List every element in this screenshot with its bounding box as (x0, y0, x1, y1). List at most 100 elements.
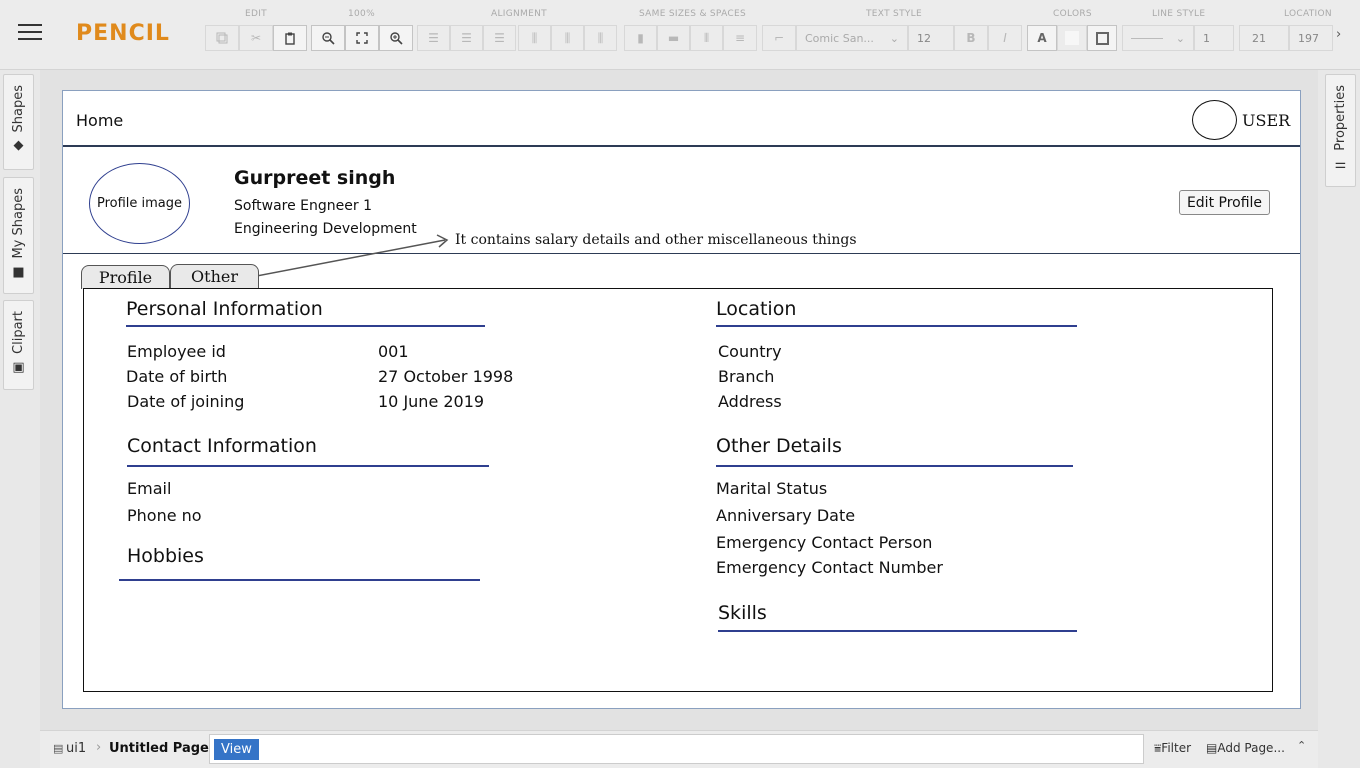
page-icon: ▤ (1206, 741, 1218, 755)
format-painter-icon[interactable]: ⌐ (762, 25, 796, 51)
group-label-location: LOCATION (1284, 9, 1332, 19)
zoom-in-icon[interactable] (379, 25, 413, 51)
my-shapes-icon: ■ (12, 264, 25, 280)
mockup-page[interactable]: Home USER Profile image Gurpreet singh S… (62, 90, 1301, 709)
chevron-up-icon[interactable]: ⌃ (1297, 739, 1306, 752)
paste-icon[interactable] (273, 25, 307, 51)
line-style-select[interactable]: ⌄ (1122, 25, 1194, 51)
group-label-alignment: ALIGNMENT (491, 9, 547, 19)
italic-button[interactable]: I (988, 25, 1022, 51)
user-role: Software Engneer 1 (234, 198, 372, 214)
page-tab-view[interactable]: View (214, 739, 259, 760)
font-family-select[interactable]: Comic San... ⌄ (796, 25, 908, 51)
field-label: Email (127, 479, 172, 498)
page-bar: ▤ ui1 › Untitled Page View ⩸Filter ▤Add … (40, 730, 1318, 768)
sidebar-tab-label: Shapes (11, 85, 26, 133)
fill-color-button[interactable] (1057, 25, 1087, 51)
align-right-icon[interactable]: ☰ (483, 25, 516, 51)
space-vertical-icon[interactable]: ≡ (723, 25, 757, 51)
font-family-value: Comic San... (805, 31, 874, 45)
group-label-zoom: 100% (348, 9, 375, 19)
section-underline (126, 325, 485, 327)
align-bottom-icon[interactable]: ⫼ (584, 25, 617, 51)
user-name: Gurpreet singh (234, 167, 396, 189)
app-logo: PENCIL (76, 21, 170, 46)
hamburger-menu-icon[interactable] (18, 24, 42, 44)
current-page-name[interactable]: Untitled Page (109, 741, 209, 756)
section-underline (127, 465, 489, 467)
sidebar-tab-shapes[interactable]: Shapes ◆ (3, 74, 34, 170)
add-page-label: Add Page... (1217, 741, 1285, 755)
section-title-personal-info: Personal Information (126, 298, 323, 320)
nav-home-link[interactable]: Home (76, 111, 123, 130)
toolbar-scroll-right-icon[interactable]: › (1336, 27, 1341, 42)
border-color-button[interactable] (1087, 25, 1117, 51)
field-label: Address (718, 392, 782, 411)
shapes-icon: ◆ (13, 138, 24, 154)
sidebar-tab-label: My Shapes (11, 188, 26, 259)
line-style-preview (1131, 37, 1163, 39)
fill-color-swatch (1065, 31, 1079, 45)
sidebar-tab-my-shapes[interactable]: My Shapes ■ (3, 177, 34, 294)
space-horizontal-icon[interactable]: ⫴ (690, 25, 723, 51)
breadcrumb-chevron-icon: › (96, 740, 102, 755)
sliders-icon: ⚌ (1334, 156, 1347, 172)
bold-button[interactable]: B (954, 25, 988, 51)
field-label: Employee id (127, 342, 226, 361)
field-label: Phone no (127, 506, 202, 525)
section-underline (119, 579, 480, 581)
header-divider (63, 145, 1300, 147)
location-y-field[interactable]: 197 (1289, 25, 1333, 51)
add-page-button[interactable]: ▤Add Page... (1206, 741, 1285, 755)
tab-other[interactable]: Other (170, 264, 259, 288)
font-size-field[interactable]: 12 (908, 25, 954, 51)
copy-icon[interactable] (205, 25, 239, 51)
location-x-field[interactable]: 21 (1239, 25, 1289, 51)
section-title-hobbies: Hobbies (127, 545, 204, 567)
section-underline (718, 630, 1077, 632)
zoom-out-icon[interactable] (311, 25, 345, 51)
document-name[interactable]: ui1 (66, 741, 86, 756)
same-height-icon[interactable]: ▬ (657, 25, 690, 51)
section-underline (716, 325, 1077, 327)
sidebar-tab-label: Clipart (11, 311, 26, 354)
clipart-icon: ▣ (12, 359, 25, 375)
tab-profile[interactable]: Profile (81, 265, 170, 289)
tab-content-panel: Personal Information Employee id 001 Dat… (83, 288, 1273, 692)
cut-icon[interactable]: ✂ (239, 25, 273, 51)
edit-profile-button[interactable]: Edit Profile (1179, 190, 1270, 215)
chevron-down-icon: ⌄ (889, 31, 899, 45)
field-label: Emergency Contact Person (716, 533, 933, 552)
text-color-button[interactable]: A (1027, 25, 1057, 51)
group-label-edit: EDIT (245, 9, 267, 19)
align-center-icon[interactable]: ☰ (450, 25, 483, 51)
align-middle-icon[interactable]: ⫼ (551, 25, 584, 51)
filter-button[interactable]: ⩸Filter (1154, 741, 1191, 756)
profile-image-label: Profile image (96, 196, 183, 211)
profile-image: Profile image (89, 163, 190, 244)
border-color-swatch (1095, 31, 1109, 45)
sidebar-tab-properties[interactable]: Properties ⚌ (1325, 74, 1356, 187)
section-underline (716, 465, 1073, 467)
user-avatar[interactable] (1192, 100, 1237, 140)
align-left-icon[interactable]: ☰ (417, 25, 450, 51)
field-label: Marital Status (716, 479, 828, 498)
user-label[interactable]: USER (1242, 111, 1290, 130)
fit-screen-icon[interactable] (345, 25, 379, 51)
sidebar-tab-clipart[interactable]: Clipart ▣ (3, 300, 34, 390)
chevron-down-icon: ⌄ (1175, 31, 1185, 45)
section-title-location: Location (716, 298, 797, 320)
same-width-icon[interactable]: ▮ (624, 25, 657, 51)
align-top-icon[interactable]: ⫼ (518, 25, 551, 51)
section-divider (63, 253, 1300, 254)
section-title-contact-info: Contact Information (127, 435, 317, 457)
group-label-same-sizes: SAME SIZES & SPACES (639, 9, 746, 19)
main-toolbar: PENCIL EDIT 100% ALIGNMENT SAME SIZES & … (0, 0, 1360, 70)
user-department: Engineering Development (234, 221, 417, 237)
line-width-field[interactable]: 1 (1194, 25, 1234, 51)
document-icon: ▤ (53, 742, 64, 755)
section-title-skills: Skills (718, 602, 767, 624)
group-label-colors: COLORS (1053, 9, 1092, 19)
group-label-line-style: LINE STYLE (1152, 9, 1206, 19)
field-label: Date of birth (126, 367, 228, 386)
